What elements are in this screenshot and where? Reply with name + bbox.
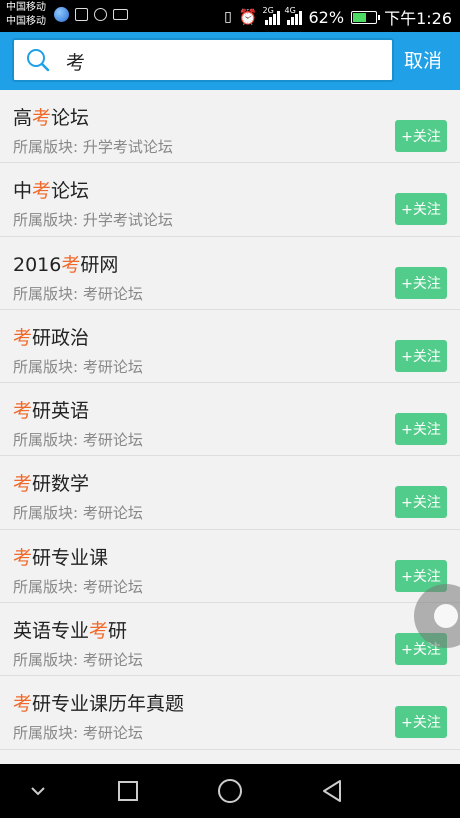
title-highlight: 考 <box>32 180 52 203</box>
vibrate-icon: ▯ <box>224 9 232 25</box>
follow-button[interactable]: +关注 <box>395 706 447 739</box>
recent-apps-icon[interactable] <box>106 764 150 818</box>
forum-section: 所属版块: 考研论坛 <box>13 651 143 670</box>
forum-title: 考研专业课历年真题 <box>13 689 184 716</box>
list-item[interactable]: 考研专业课历年真题所属版块: 考研论坛 +关注 <box>0 676 460 750</box>
search-box[interactable] <box>12 38 394 82</box>
signal-4g-label: 4G <box>284 6 296 15</box>
signal-2g-icon: 2G <box>262 6 280 25</box>
title-highlight: 考 <box>61 253 81 276</box>
title-highlight: 考 <box>32 107 52 129</box>
forum-title: 中考论坛 <box>13 176 89 203</box>
carrier-labels: 中国移动 中国移动 <box>6 1 46 29</box>
title-highlight: 考 <box>13 473 33 496</box>
search-icon <box>27 49 50 72</box>
title-suffix: 研专业课 <box>32 546 109 569</box>
title-suffix: 研专业课历年真题 <box>32 693 185 716</box>
signal-2g-label: 2G <box>262 6 274 15</box>
title-prefix: 高 <box>13 107 33 129</box>
chevron-down-icon[interactable] <box>18 764 58 818</box>
search-header: 取消 <box>0 32 460 90</box>
cancel-button[interactable]: 取消 <box>404 46 442 73</box>
title-suffix: 研 <box>108 620 128 643</box>
system-status: ▯ ⏰ 2G 4G 62% 下午1:26 <box>224 5 452 29</box>
list-item[interactable]: 考研政治所属版块: 考研论坛 +关注 <box>0 310 460 384</box>
gallery-icon <box>75 8 88 21</box>
title-suffix: 论坛 <box>51 107 90 129</box>
forum-section: 所属版块: 考研论坛 <box>13 284 143 303</box>
title-highlight: 考 <box>13 693 33 716</box>
follow-button[interactable]: +关注 <box>395 193 447 226</box>
follow-button[interactable]: +关注 <box>395 486 447 519</box>
title-highlight: 考 <box>13 546 33 569</box>
follow-button[interactable]: +关注 <box>395 120 447 152</box>
forum-section: 所属版块: 考研论坛 <box>13 357 143 376</box>
follow-button[interactable]: +关注 <box>395 266 447 299</box>
forum-title: 考研专业课 <box>13 543 108 570</box>
clock: 下午1:26 <box>384 9 452 28</box>
carrier-1: 中国移动 <box>6 2 46 13</box>
title-prefix: 2016 <box>13 253 62 276</box>
signal-4g-icon: 4G <box>284 6 302 25</box>
back-icon[interactable] <box>310 764 354 818</box>
status-bar: 中国移动 中国移动 ▯ ⏰ 2G 4G 62% 下午1:26 <box>0 0 460 32</box>
list-item[interactable]: 2016考研网所属版块: 考研论坛 +关注 <box>0 237 460 310</box>
forum-section: 所属版块: 考研论坛 <box>13 431 143 450</box>
title-suffix: 研网 <box>80 253 119 276</box>
notification-icons <box>54 7 128 22</box>
forum-section: 所属版块: 考研论坛 <box>13 724 143 743</box>
list-item[interactable]: 英语专业考研 所属版块: 考研论坛 +关注 <box>0 603 460 677</box>
follow-button[interactable]: +关注 <box>395 413 447 446</box>
forum-title: 英语专业考研 <box>13 616 127 643</box>
carrier-2: 中国移动 <box>6 16 46 27</box>
battery-percent: 62% <box>308 7 345 27</box>
title-highlight: 考 <box>13 326 33 349</box>
title-prefix: 中 <box>13 180 33 203</box>
forum-section: 所属版块: 升学考试论坛 <box>13 138 173 156</box>
search-input[interactable] <box>64 40 388 82</box>
forum-section: 所属版块: 考研论坛 <box>13 577 143 596</box>
list-item[interactable]: 中考论坛所属版块: 升学考试论坛 +关注 <box>0 163 460 237</box>
forum-section: 所属版块: 考研论坛 <box>13 504 143 523</box>
browser-icon <box>54 7 69 22</box>
list-item[interactable]: 考研英语所属版块: 考研论坛 +关注 <box>0 383 460 457</box>
title-suffix: 研数学 <box>32 473 90 496</box>
navigation-bar <box>0 764 460 818</box>
title-suffix: 研政治 <box>32 326 90 349</box>
title-highlight: 考 <box>89 620 109 643</box>
title-highlight: 考 <box>13 400 33 423</box>
pause-icon <box>94 8 107 21</box>
result-list: 高考论坛 所属版块: 升学考试论坛 +关注 中考论坛 所属版块: 升学考试论坛 +关注 20… <box>0 90 460 750</box>
keyboard-icon <box>113 9 128 20</box>
battery-icon <box>351 10 381 24</box>
alarm-icon: ⏰ <box>238 8 258 26</box>
forum-title: 考研英语 <box>13 396 89 423</box>
forum-title: 高考论坛 <box>13 103 89 130</box>
forum-title: 2016考研网 <box>13 250 118 277</box>
home-icon[interactable] <box>207 764 253 818</box>
follow-button[interactable]: +关注 <box>395 339 447 372</box>
forum-title: 考研数学 <box>13 469 89 496</box>
list-item[interactable]: 考研数学所属版块: 考研论坛 +关注 <box>0 456 460 530</box>
title-prefix: 英语专业 <box>13 620 90 643</box>
list-item[interactable]: 考研专业课 所属版块: 考研论坛 +关注 <box>0 530 460 604</box>
title-suffix: 论坛 <box>51 180 90 203</box>
list-item[interactable]: 高考论坛所属版块: 升学考试论坛 +关注 <box>0 90 460 164</box>
forum-section: 所属版块: 升学考试论坛 <box>13 211 173 230</box>
title-suffix: 研英语 <box>32 400 90 423</box>
forum-title: 考研政治 <box>13 323 89 350</box>
